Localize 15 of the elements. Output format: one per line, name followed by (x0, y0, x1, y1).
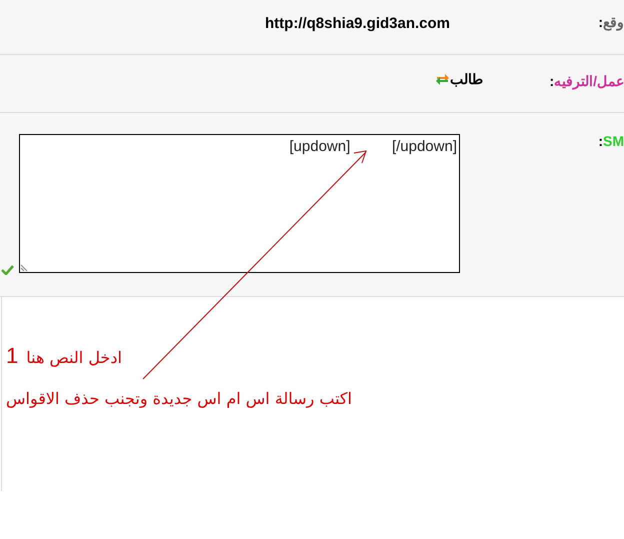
step-number: 1 (6, 343, 18, 369)
annotation-note: اكتب رسالة اس ام اس جديدة وتجنب حذف الاقواس (5, 389, 352, 408)
field-label: عمل/الترفيه (554, 73, 624, 89)
annotation-text: ادخل النص هنا (26, 348, 122, 367)
field-label: وقع (603, 14, 624, 30)
checkmark-icon (1, 265, 14, 275)
label-colon: : (549, 73, 554, 89)
status-value: طالب (450, 71, 483, 87)
website-url: http://q8shia9.gid3an.com (265, 15, 450, 32)
resize-grip-icon (21, 263, 29, 271)
label-colon: : (598, 133, 603, 149)
label-colon: : (598, 14, 603, 30)
field-label: SM (603, 133, 624, 149)
message-field[interactable]: [updown] [/updown] (19, 134, 460, 273)
swap-arrows-icon (436, 72, 449, 86)
